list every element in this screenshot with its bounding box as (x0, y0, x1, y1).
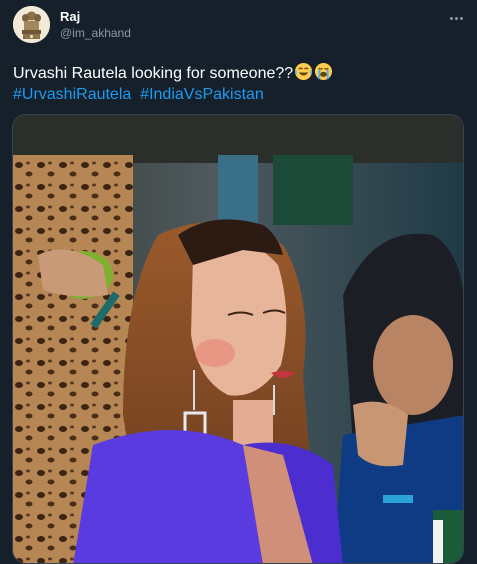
more-dot-icon (459, 16, 463, 20)
author-handle[interactable]: @im_akhand (60, 26, 131, 41)
tweet-body: Urvashi Rautela looking for someone?? (13, 65, 294, 82)
avatar[interactable] (13, 6, 50, 43)
more-dot-icon (449, 16, 453, 20)
more-options-button[interactable] (444, 8, 468, 28)
tweet[interactable]: Raj @im_akhand Urvashi Rautela looking f… (0, 0, 477, 564)
photo-image (13, 115, 463, 563)
more-dot-icon (454, 16, 458, 20)
lion-capital-emblem-icon (13, 6, 50, 43)
hashtag-link[interactable]: #UrvashiRautela (13, 86, 131, 103)
face-with-tears-of-joy-icon (295, 62, 313, 81)
tweet-text: Urvashi Rautela looking for someone?? #U… (13, 62, 463, 105)
tweet-photo[interactable] (12, 114, 464, 564)
loudly-crying-face-icon (315, 62, 333, 81)
author-display-name[interactable]: Raj (60, 9, 131, 25)
hashtag-link[interactable]: #IndiaVsPakistan (140, 86, 264, 103)
